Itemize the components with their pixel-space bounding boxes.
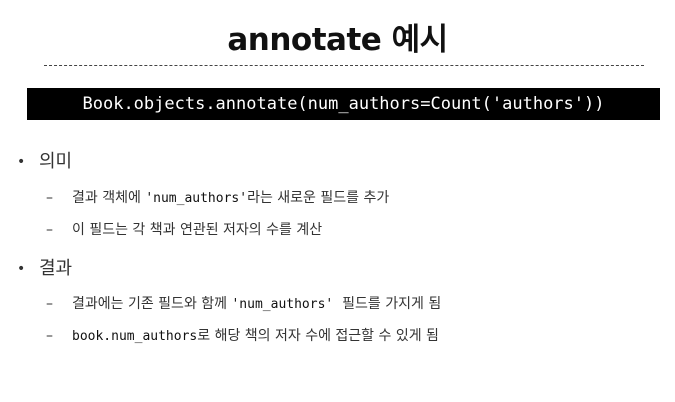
inline-code: 'num_authors' (145, 191, 248, 206)
list-item-text: 결과에는 기존 필드와 함께 'num_authors' 필드를 가지게 됨 (72, 294, 441, 315)
dash-icon: – (46, 328, 53, 344)
list-item-post: 로 해당 책의 저자 수에 접근할 수 있게 됨 (197, 328, 439, 344)
list-item-pre: 결과에는 기존 필드와 함께 (72, 296, 232, 312)
list-item-post: 필드를 가지게 됨 (333, 296, 442, 312)
list-item-text: book.num_authors로 해당 책의 저자 수에 접근할 수 있게 됨 (72, 326, 439, 347)
dash-icon: – (46, 296, 53, 312)
code-banner: Book.objects.annotate(num_authors=Count(… (27, 88, 660, 120)
list-item-pre: 이 필드는 각 책과 연관된 저자의 수를 계산 (72, 222, 323, 238)
list-item-text: 결과 객체에 'num_authors'라는 새로운 필드를 추가 (72, 188, 389, 209)
dash-icon: – (46, 222, 53, 238)
bullet-icon: • (17, 154, 26, 170)
list-item-pre: 결과 객체에 (72, 190, 146, 206)
inline-code: 'num_authors' (231, 297, 334, 312)
list-item-post: 라는 새로운 필드를 추가 (247, 190, 390, 206)
title-divider (44, 65, 644, 66)
section-heading-label: 결과 (39, 258, 73, 279)
dash-icon: – (46, 190, 53, 206)
slide: annotate 예시 Book.objects.annotate(num_au… (0, 0, 675, 402)
slide-title: annotate 예시 (227, 22, 448, 58)
bullet-icon: • (17, 261, 26, 277)
inline-code: book.num_authors (72, 329, 198, 344)
section-heading-label: 의미 (39, 151, 73, 172)
list-item-text: 이 필드는 각 책과 연관된 저자의 수를 계산 (72, 220, 322, 240)
